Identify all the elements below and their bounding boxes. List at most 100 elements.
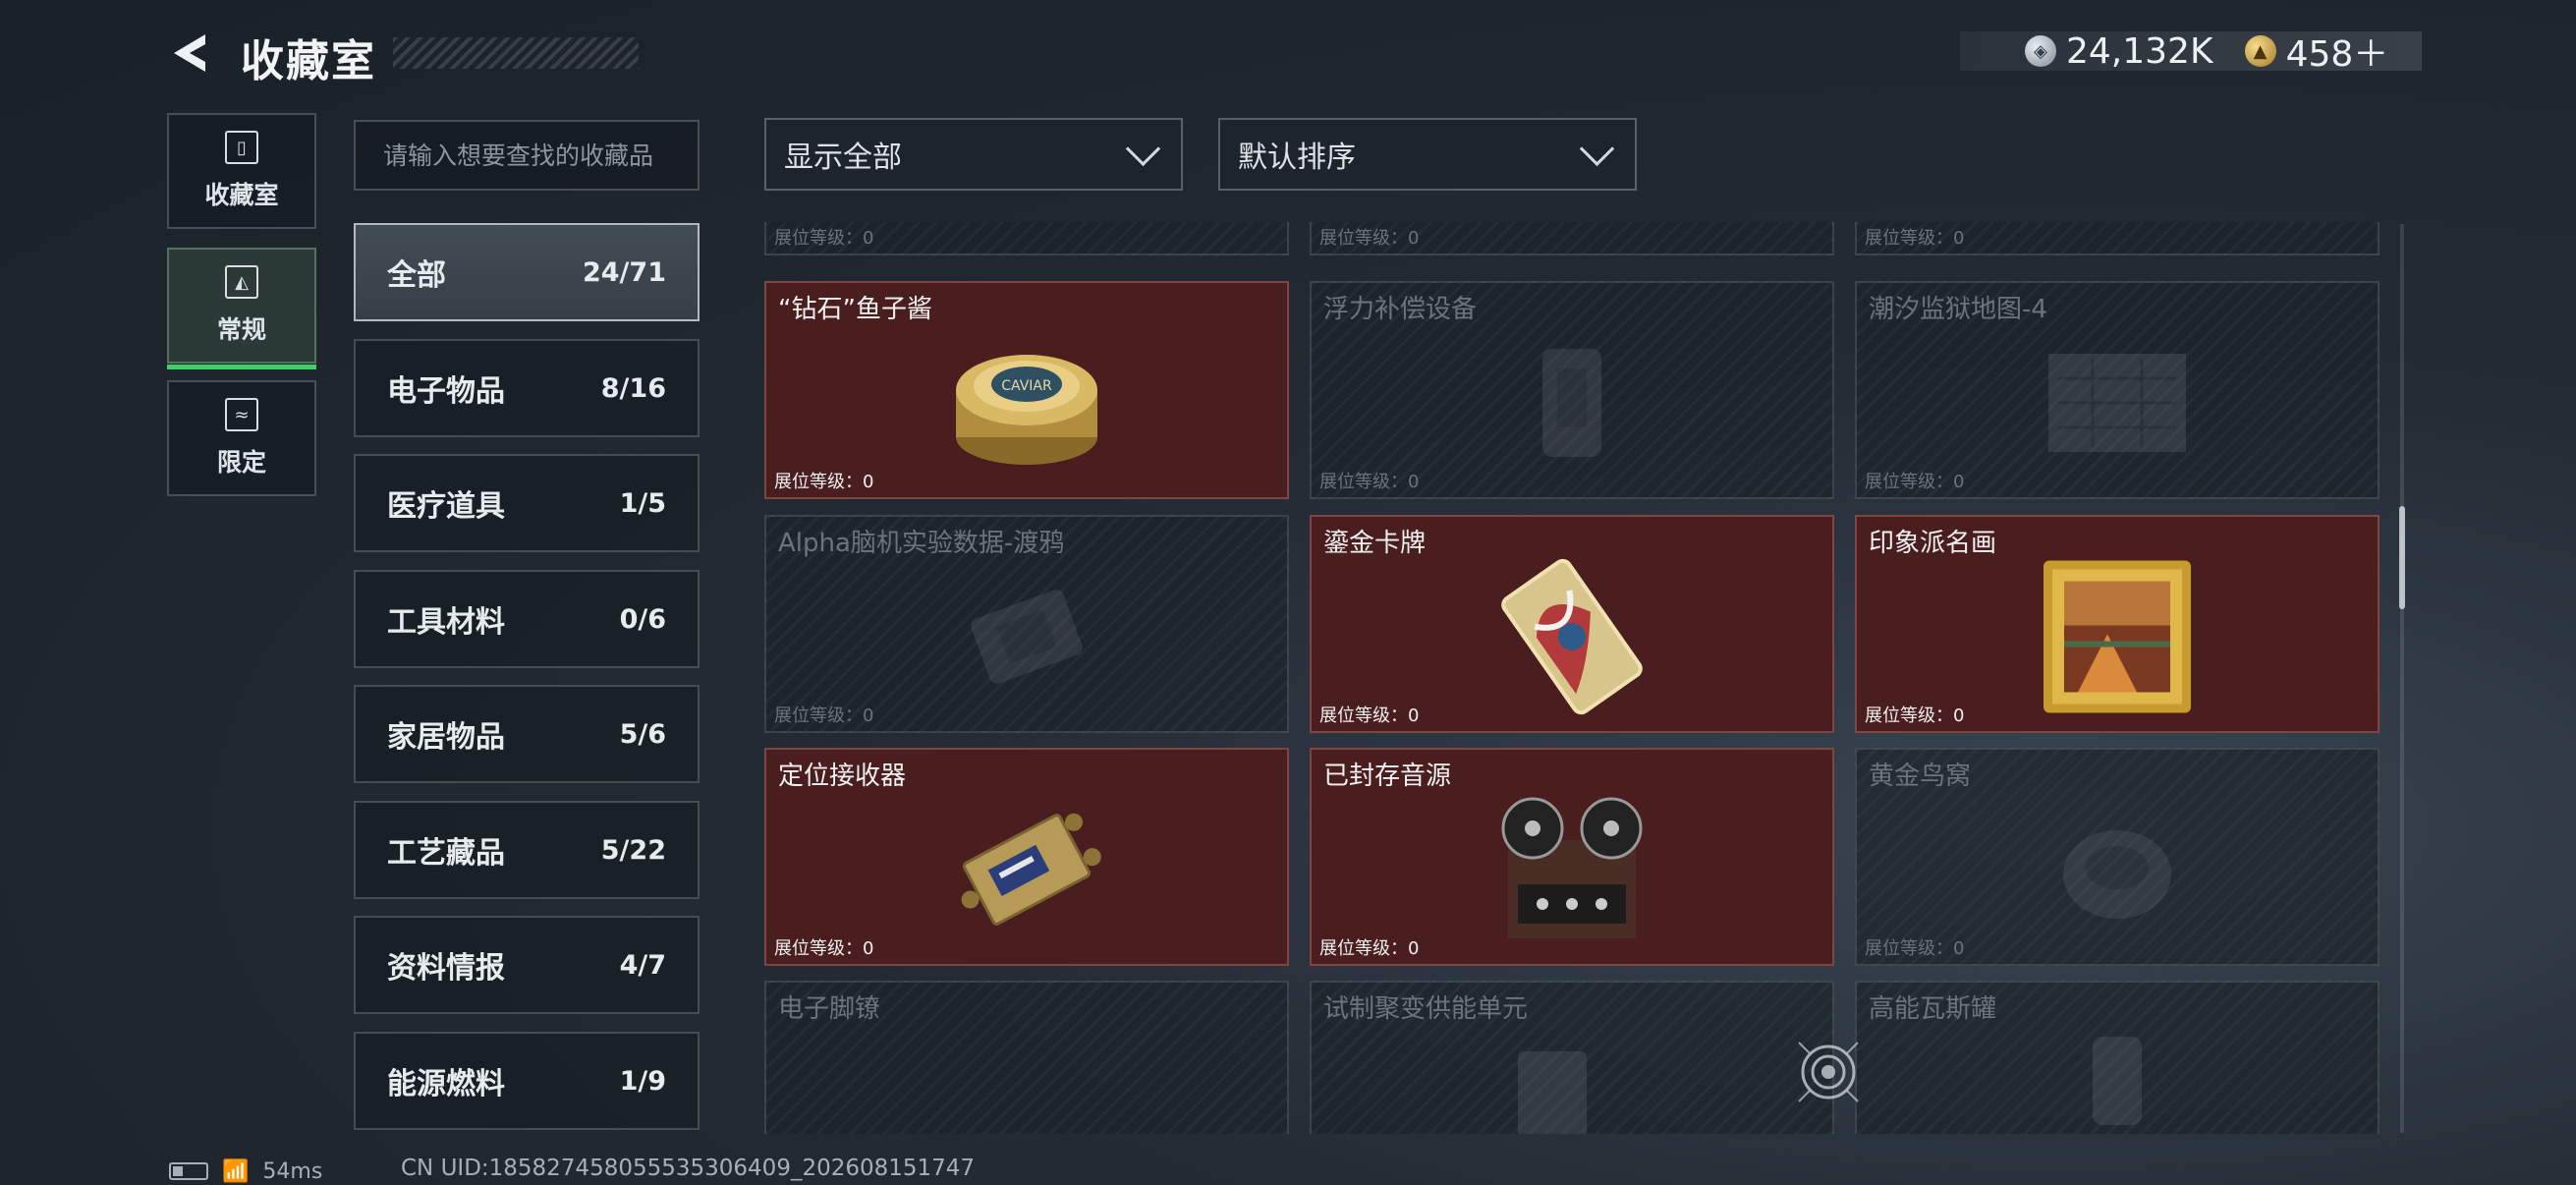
category-name: 工艺藏品 <box>387 836 505 871</box>
trash-can-icon: ▯ <box>225 131 258 164</box>
display-filter-value: 显示全部 <box>784 141 902 175</box>
booth-level-label: 展位等级：0 <box>1865 938 1965 959</box>
floating-target-button[interactable] <box>1794 1038 1863 1106</box>
category-name: 能源燃料 <box>387 1067 505 1101</box>
category-name: 工具材料 <box>387 605 505 640</box>
nav-tab-limited[interactable]: ≈ 限定 <box>167 380 316 496</box>
booth-level-label: 展位等级：0 <box>1865 705 1965 726</box>
map-icon: ≈ <box>225 398 258 431</box>
booth-level-label: 展位等级：0 <box>774 705 874 726</box>
sort-value: 默认排序 <box>1238 141 1356 175</box>
back-button[interactable] <box>165 28 216 79</box>
item-name: Alpha脑机实验数据-渡鸦 <box>778 529 1065 558</box>
sort-dropdown[interactable]: 默认排序 <box>1218 118 1637 191</box>
nav-tab-collection-room[interactable]: ▯ 收藏室 <box>167 113 316 229</box>
document-icon: ◭ <box>225 265 258 299</box>
title-decoration <box>393 37 639 69</box>
chevron-down-icon <box>1579 131 1615 166</box>
item-card-tide-prison-map[interactable]: 潮汐监狱地图-4 展位等级：0 <box>1855 281 2380 499</box>
item-name: 鎏金卡牌 <box>1323 529 1427 558</box>
booth-level-label: 展位等级：0 <box>1319 938 1420 959</box>
category-count: 0/6 <box>619 603 666 635</box>
collection-grid[interactable]: 展位等级：0 展位等级：0 展位等级：0 “钻石”鱼子酱 CAVIAR 展位等级… <box>764 222 2381 1134</box>
category-energy[interactable]: 能源燃料 1/9 <box>354 1032 700 1130</box>
user-uid: CN UID:185827458055535306409_20260815174… <box>401 1156 976 1181</box>
category-count: 1/9 <box>619 1065 666 1097</box>
item-card-sealed-audio[interactable]: 已封存音源 展位等级：0 <box>1310 748 1834 966</box>
silver-coin-icon: ◈ <box>2025 35 2056 67</box>
item-name: 定位接收器 <box>778 762 907 791</box>
grid-scrollbar-track[interactable] <box>2400 224 2404 1133</box>
booth-level-label: 展位等级：0 <box>1865 228 1965 249</box>
grid-scrollbar-thumb[interactable] <box>2399 506 2405 609</box>
booth-level-label: 展位等级：0 <box>774 938 874 959</box>
item-card-impressionist-painting[interactable]: 印象派名画 展位等级：0 <box>1855 515 2380 733</box>
category-name: 电子物品 <box>387 374 505 409</box>
category-household[interactable]: 家居物品 5/6 <box>354 685 700 783</box>
category-intel[interactable]: 资料情报 4/7 <box>354 916 700 1014</box>
item-name: 已封存音源 <box>1323 762 1452 791</box>
item-name: 黄金鸟窝 <box>1869 762 1972 791</box>
data-drive-icon <box>971 590 1083 684</box>
ping-value: 54ms <box>262 1158 323 1184</box>
item-card-locator-receiver[interactable]: 定位接收器 展位等级：0 <box>764 748 1289 966</box>
category-tools[interactable]: 工具材料 0/6 <box>354 570 700 668</box>
item-card-buoyancy-device[interactable]: 浮力补偿设备 展位等级：0 <box>1310 281 1834 499</box>
gold-coin-icon: ▲ <box>2244 35 2276 67</box>
item-card[interactable]: 展位等级：0 <box>1310 222 1834 255</box>
category-medical[interactable]: 医疗道具 1/5 <box>354 454 700 552</box>
category-count: 8/16 <box>600 372 666 404</box>
item-name: 潮汐监狱地图-4 <box>1869 295 2047 324</box>
map-sheet-icon <box>2048 354 2186 453</box>
booth-level-label: 展位等级：0 <box>1319 228 1420 249</box>
search-input[interactable] <box>381 140 672 171</box>
category-crafts[interactable]: 工艺藏品 5/22 <box>354 801 700 899</box>
item-card-fusion-cell[interactable]: 试制聚变供能单元 <box>1310 981 1834 1134</box>
category-name: 资料情报 <box>387 951 505 986</box>
item-card-gas-canister[interactable]: 高能瓦斯罐 <box>1855 981 2380 1134</box>
category-name: 医疗道具 <box>387 489 505 524</box>
category-all[interactable]: 全部 24/71 <box>354 223 700 321</box>
nav-tab-label: 限定 <box>216 448 266 477</box>
category-name: 家居物品 <box>387 720 505 755</box>
category-count: 1/5 <box>619 487 666 519</box>
battery-icon <box>169 1162 208 1180</box>
item-card-alpha-data[interactable]: Alpha脑机实验数据-渡鸦 展位等级：0 <box>764 515 1289 733</box>
gilded-card-icon <box>1501 558 1643 715</box>
category-count: 4/7 <box>619 949 666 981</box>
item-name: 印象派名画 <box>1869 529 1997 558</box>
category-count: 5/6 <box>619 718 666 750</box>
item-card-ankle-monitor[interactable]: 电子脚镣 <box>764 981 1289 1134</box>
item-name: 试制聚变供能单元 <box>1323 994 1529 1024</box>
category-electronics[interactable]: 电子物品 8/16 <box>354 339 700 437</box>
wifi-icon: 📶 <box>222 1158 250 1184</box>
currency-bar: ◈ 24,132K ▲ 458＋ <box>1960 30 2422 75</box>
chevron-down-icon <box>1125 131 1161 166</box>
reel-tape-recorder-icon <box>1501 797 1643 939</box>
gas-canister-icon <box>2093 1037 2142 1125</box>
page-title: 收藏室 <box>241 36 376 86</box>
nav-tab-label: 常规 <box>216 315 266 344</box>
framed-painting-icon <box>2044 560 2191 713</box>
category-name: 全部 <box>387 258 446 293</box>
item-card-gilded-card[interactable]: 鎏金卡牌 展位等级：0 <box>1310 515 1834 733</box>
nav-tab-label: 收藏室 <box>204 181 279 209</box>
back-arrow-icon <box>174 34 205 72</box>
search-box[interactable] <box>354 120 700 191</box>
category-count: 5/22 <box>600 834 666 866</box>
category-count: 24/71 <box>582 256 666 288</box>
status-bar: 📶 54ms <box>169 1157 322 1185</box>
item-card-caviar[interactable]: “钻石”鱼子酱 CAVIAR 展位等级：0 <box>764 281 1289 499</box>
display-filter-dropdown[interactable]: 显示全部 <box>764 118 1183 191</box>
fusion-cell-icon <box>1518 1051 1587 1134</box>
silver-currency-value: 24,132K <box>2066 30 2213 72</box>
item-card[interactable]: 展位等级：0 <box>764 222 1289 255</box>
item-card-golden-nest[interactable]: 黄金鸟窝 展位等级：0 <box>1855 748 2380 966</box>
item-name: 浮力补偿设备 <box>1323 295 1478 324</box>
item-name: “钻石”鱼子酱 <box>778 295 932 324</box>
locator-receiver-icon <box>961 813 1101 926</box>
item-card[interactable]: 展位等级：0 <box>1855 222 2380 255</box>
gold-currency-value[interactable]: 458＋ <box>2286 26 2389 77</box>
buoyancy-device-icon <box>1542 349 1601 458</box>
nav-tab-regular[interactable]: ◭ 常规 <box>167 248 316 369</box>
